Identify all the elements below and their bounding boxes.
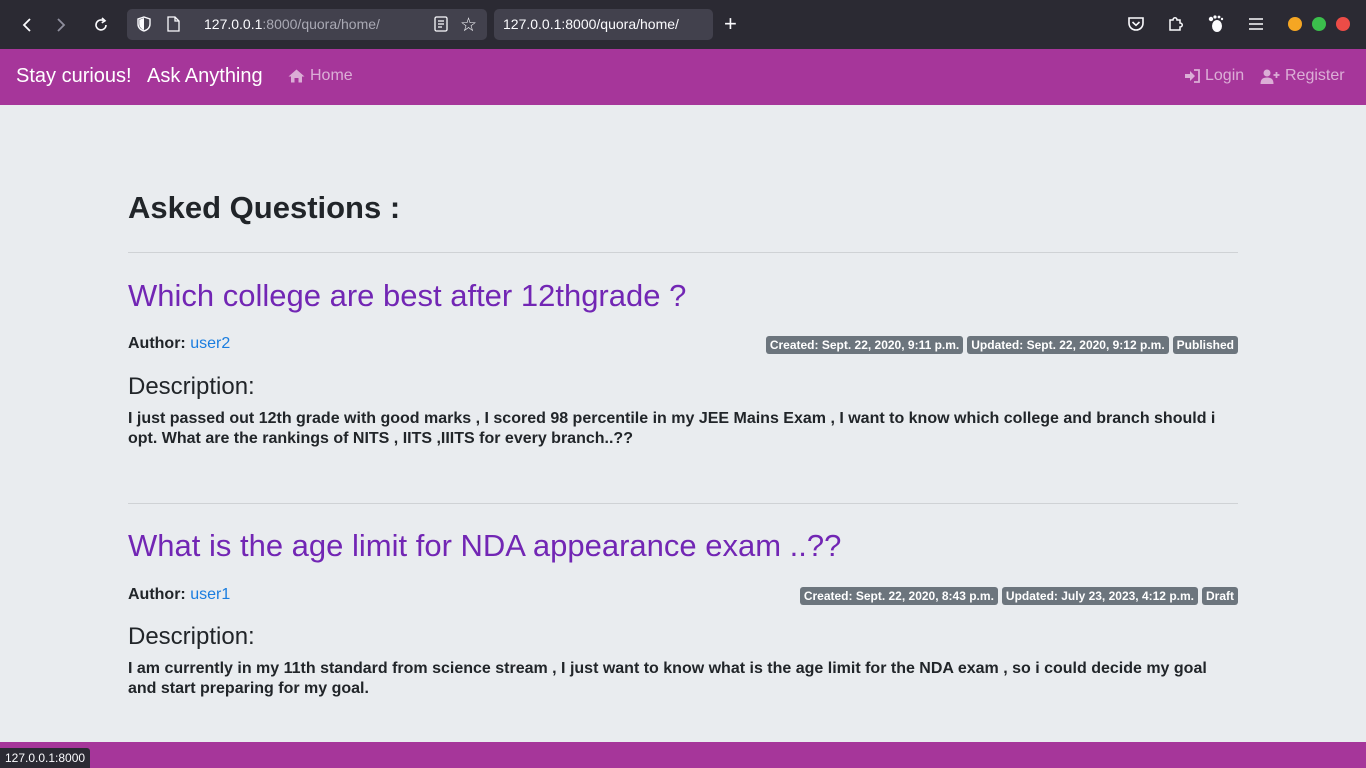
description-heading: Description: [128, 373, 255, 400]
status-badge: Published [1172, 336, 1238, 354]
tab-title: 127.0.0.1:8000/quora/home/ [503, 16, 679, 32]
back-button[interactable] [14, 12, 40, 38]
bookmark-star-icon[interactable]: ☆ [460, 14, 477, 37]
nav-register-link[interactable]: Register [1260, 67, 1345, 85]
shield-icon[interactable] [137, 16, 151, 32]
gnome-extension-icon[interactable] [1206, 14, 1226, 34]
browser-toolbar: 127.0.0.1:8000/quora/home/ ☆ 127.0.0.1:8… [0, 0, 1366, 49]
pocket-icon[interactable] [1126, 14, 1146, 34]
back-arrow-icon [22, 18, 31, 32]
maximize-window-dot[interactable] [1312, 17, 1326, 31]
url-host: 127.0.0.1 [204, 16, 263, 32]
question-author: Author: user2 [128, 335, 230, 353]
nav-login-link[interactable]: Login [1184, 67, 1244, 85]
brand-link[interactable]: Stay curious! [16, 65, 132, 88]
status-badge: Draft [1201, 587, 1238, 605]
question-description: I am currently in my 11th standard from … [128, 660, 1207, 697]
divider [128, 252, 1238, 253]
nav-login-label: Login [1205, 67, 1245, 84]
updated-badge: Updated: July 23, 2023, 4:12 p.m. [1001, 587, 1198, 605]
url-text[interactable]: 127.0.0.1:8000/quora/home/ [204, 16, 380, 32]
updated-badge: Updated: Sept. 22, 2020, 9:12 p.m. [967, 336, 1169, 354]
created-badge: Created: Sept. 22, 2020, 8:43 p.m. [799, 587, 998, 605]
address-bar[interactable]: 127.0.0.1:8000/quora/home/ ☆ [127, 9, 487, 40]
page-title: Asked Questions : [128, 190, 401, 225]
question-author: Author: user1 [128, 586, 230, 604]
reload-icon [95, 17, 107, 31]
question-description: I just passed out 12th grade with good m… [128, 410, 1216, 447]
description-heading: Description: [128, 623, 255, 650]
sign-in-icon [1185, 69, 1200, 83]
question-badges: Created: Sept. 22, 2020, 8:43 p.m. Updat… [799, 587, 1238, 605]
extensions-puzzle-icon[interactable] [1166, 14, 1186, 34]
author-label: Author: [128, 335, 186, 352]
minimize-window-dot[interactable] [1288, 17, 1302, 31]
question-title-link[interactable]: What is the age limit for NDA appearance… [128, 528, 841, 564]
divider [128, 503, 1238, 504]
url-path: :8000/quora/home/ [262, 16, 380, 32]
home-icon [288, 69, 305, 83]
question-badges: Created: Sept. 22, 2020, 9:11 p.m. Updat… [765, 336, 1238, 354]
hamburger-menu-icon[interactable] [1246, 14, 1266, 34]
user-plus-icon [1260, 69, 1280, 84]
nav-home-link[interactable]: Home [288, 67, 353, 85]
site-footer [0, 742, 1366, 768]
nav-register-label: Register [1285, 67, 1345, 84]
tab-active[interactable]: 127.0.0.1:8000/quora/home/ [494, 9, 713, 40]
brand-tagline-link[interactable]: Ask Anything [147, 65, 263, 88]
question-title-link[interactable]: Which college are best after 12thgrade ? [128, 278, 686, 314]
author-link[interactable]: user2 [190, 335, 230, 352]
forward-arrow-icon [57, 18, 66, 32]
created-badge: Created: Sept. 22, 2020, 9:11 p.m. [765, 336, 964, 354]
forward-button[interactable] [48, 12, 74, 38]
reload-button[interactable] [88, 12, 114, 38]
link-status-tooltip: 127.0.0.1:8000 [0, 748, 91, 768]
site-navbar: Stay curious! Ask Anything Home Login Re… [0, 49, 1366, 105]
author-label: Author: [128, 586, 186, 603]
page-info-icon[interactable] [167, 16, 180, 32]
new-tab-plus-icon[interactable]: + [724, 11, 737, 37]
author-link[interactable]: user1 [190, 586, 230, 603]
close-window-dot[interactable] [1336, 17, 1350, 31]
nav-home-label: Home [310, 67, 353, 84]
reader-view-icon[interactable] [434, 16, 448, 32]
